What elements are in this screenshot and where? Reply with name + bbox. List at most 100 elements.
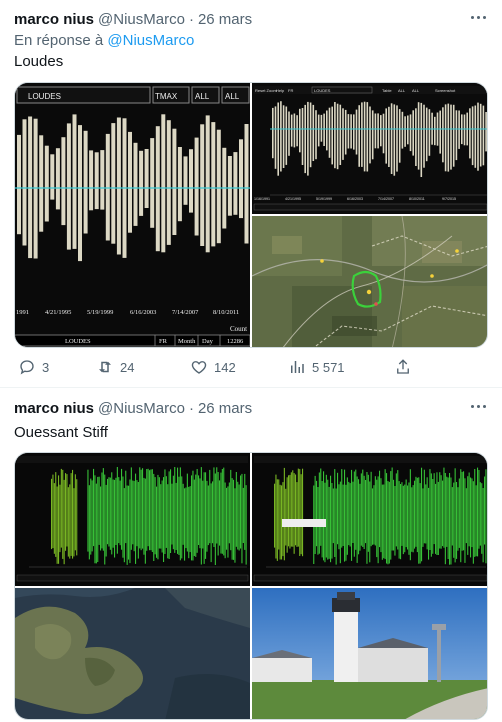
chart-point xyxy=(352,481,354,543)
filter-small-1: Table xyxy=(382,88,392,93)
chart-point xyxy=(414,480,416,549)
chart-bar xyxy=(111,123,116,244)
chart-point xyxy=(66,474,68,547)
chart-point xyxy=(296,482,298,547)
more-icon[interactable] xyxy=(468,397,488,415)
chart-point xyxy=(433,473,435,545)
tweet[interactable]: marco nius @NiusMarco · 26 mars En répon… xyxy=(0,0,502,388)
views-button[interactable]: 5 571 xyxy=(288,358,345,376)
chart-point xyxy=(415,108,417,166)
chart-point xyxy=(398,481,400,559)
chart-image-green-a[interactable] xyxy=(15,453,250,586)
chart-point xyxy=(274,483,276,548)
chart-point xyxy=(301,108,304,165)
chart-point xyxy=(221,469,223,554)
chart-point xyxy=(417,102,420,170)
share-button[interactable] xyxy=(394,358,412,376)
chart-bar xyxy=(128,131,132,233)
chart-point xyxy=(401,482,403,546)
chart-point xyxy=(314,475,316,554)
toolbar-reset-zoom: Reset Zoom xyxy=(255,88,277,93)
footer-period: Month xyxy=(178,338,196,345)
chart-point xyxy=(380,478,382,553)
chart-point xyxy=(121,468,123,550)
chart-point xyxy=(102,468,104,551)
chart-bar xyxy=(116,117,121,255)
reply-button[interactable]: 3 xyxy=(18,358,49,376)
chart-point xyxy=(153,473,155,561)
chart-point xyxy=(288,475,290,547)
chart-point xyxy=(157,474,159,560)
chart-point xyxy=(282,105,285,168)
chart-point xyxy=(430,473,432,557)
repost-button[interactable]: 24 xyxy=(96,358,134,376)
chart-point xyxy=(186,473,188,552)
chart-point xyxy=(213,467,215,547)
chart-point xyxy=(129,479,131,564)
reply-handle-link[interactable]: @NiusMarco xyxy=(107,32,194,49)
map-graphic xyxy=(252,216,487,347)
chart-point xyxy=(130,467,132,550)
chart-image-small[interactable]: Reset Zoom Help FR LOUDES Table ALL ALL … xyxy=(252,83,487,214)
chart-point xyxy=(318,472,320,554)
chart-point xyxy=(147,468,149,547)
chart-point xyxy=(469,108,471,159)
chart-point xyxy=(435,483,437,554)
repost-icon xyxy=(99,361,111,373)
chart-point xyxy=(412,110,414,156)
chart-point xyxy=(423,469,425,544)
author-name[interactable]: marco nius xyxy=(14,400,94,417)
chart-point xyxy=(461,471,463,551)
chart-point xyxy=(275,474,277,559)
chart-point xyxy=(156,486,158,558)
map-image[interactable] xyxy=(252,216,487,347)
chart-point xyxy=(196,469,198,553)
chart-point xyxy=(339,104,342,165)
chart-point xyxy=(276,479,278,561)
chart-point xyxy=(87,469,89,552)
chart-image-large[interactable]: LOUDES TMAX ALL ALL 1991 4/21/1995 5/19/… xyxy=(15,83,250,347)
chart-bar xyxy=(155,126,160,252)
chart-point xyxy=(150,469,152,551)
chart-point xyxy=(114,479,116,558)
chart-point xyxy=(158,477,160,549)
chart-image-green-b[interactable] xyxy=(252,453,487,586)
author-handle[interactable]: @NiusMarco xyxy=(98,400,185,417)
chart-point xyxy=(346,477,348,555)
chart-point xyxy=(436,472,438,555)
tweet-header: marco nius @NiusMarco · 26 mars xyxy=(14,11,252,28)
chart-point xyxy=(484,476,486,545)
chart-point xyxy=(67,487,69,557)
chart-point xyxy=(409,114,412,152)
chart-point xyxy=(300,474,302,555)
chart-point xyxy=(317,114,320,147)
author-handle[interactable]: @NiusMarco xyxy=(98,11,185,28)
author-name[interactable]: marco nius xyxy=(14,11,94,28)
chart-point xyxy=(179,467,181,561)
chart-point xyxy=(163,477,165,562)
share-icon xyxy=(397,359,409,374)
toolbar-country: FR xyxy=(288,88,293,93)
chart-point xyxy=(330,475,332,563)
chart-point xyxy=(412,485,414,553)
chart-point xyxy=(398,109,401,163)
chart-point xyxy=(388,106,390,167)
chart-point xyxy=(443,467,445,548)
chart-point xyxy=(361,102,363,167)
tweet-date[interactable]: 26 mars xyxy=(198,11,252,28)
station-select-small: LOUDES xyxy=(314,88,331,93)
tweet-date[interactable]: 26 mars xyxy=(198,400,252,417)
chart-point xyxy=(93,468,95,547)
satellite-image[interactable] xyxy=(15,588,250,719)
chart-point xyxy=(285,488,287,546)
like-button[interactable]: 142 xyxy=(190,358,236,376)
tweet[interactable]: marco nius @NiusMarco · 26 mars Ouessant… xyxy=(0,389,502,722)
lighthouse-image[interactable] xyxy=(252,588,487,719)
more-icon[interactable] xyxy=(468,8,488,26)
chart-point xyxy=(350,114,352,149)
x-tick: 8/10/2011 xyxy=(213,309,239,316)
chart-point xyxy=(119,480,121,546)
chart-point xyxy=(237,481,239,550)
filter-small-3: ALL xyxy=(412,88,420,93)
chart-point xyxy=(107,478,109,545)
